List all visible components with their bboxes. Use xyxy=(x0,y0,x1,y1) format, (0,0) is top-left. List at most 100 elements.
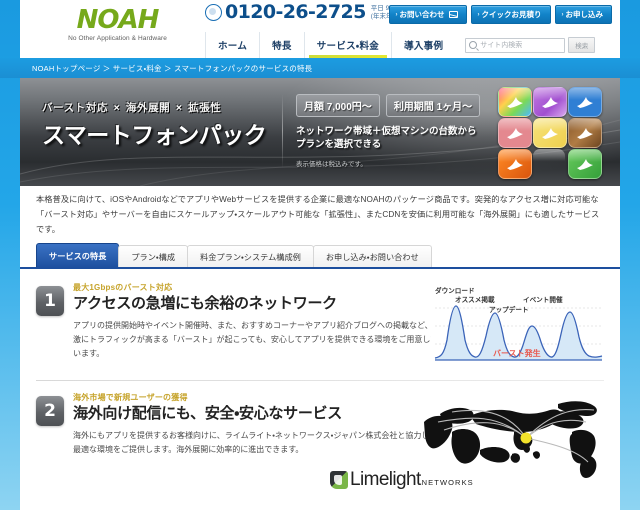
search-input[interactable]: サイト内検索 xyxy=(465,37,566,53)
app-icon-orange xyxy=(498,149,532,179)
intro-paragraph: 本格普及に向けて、iOSやAndroidなどでアプリやWebサービスを提供する企… xyxy=(36,195,600,234)
section-divider-1 xyxy=(36,380,604,381)
nav-label-features: 特長 xyxy=(272,41,292,52)
main-nav: ホーム 特長 サービス・料金 導入事例 サイト内検索 検索 xyxy=(20,30,620,58)
feature-section-1: 1 最大1Gbpsのバースト対応 アクセスの急増にも余裕のネットワーク アプリの… xyxy=(20,282,620,381)
bird-icon xyxy=(507,97,523,108)
tab-bar: サービスの特長 プラン・構成 料金プラン・システム構成例 お申し込み・お問い合わ… xyxy=(20,242,620,268)
page-root: NOAH No Other Application & Hardware 012… xyxy=(0,0,640,510)
chevron-right-icon: › xyxy=(395,11,398,18)
app-icon-purple xyxy=(533,87,567,117)
hero-kicker-1: バースト対応 xyxy=(42,102,109,114)
section-2-heading: 海外向け配信にも、安全・安心なサービス xyxy=(73,405,342,422)
bird-icon xyxy=(542,128,558,139)
header-buttons: › お問い合わせ › クイックお見積り › お申し込み xyxy=(388,5,612,24)
chart-annotation-3: イベント開催 xyxy=(523,295,563,304)
site-search: サイト内検索 検索 xyxy=(465,32,596,58)
nav-label-service-price: サービス・料金 xyxy=(316,41,380,52)
tab-label-plan-config: プラン・構成 xyxy=(131,253,176,262)
mail-icon xyxy=(448,11,458,18)
search-button[interactable]: 検索 xyxy=(568,37,596,53)
tab-service-features[interactable]: サービスの特長 xyxy=(36,243,120,268)
hero-title: スマートフォンパック xyxy=(42,122,267,148)
nav-item-service-price[interactable]: サービス・料金 xyxy=(303,32,391,58)
nav-item-case-studies[interactable]: 導入事例 xyxy=(391,32,455,58)
feature-section-2: 2 海外市場で新規ユーザーの獲得 海外向け配信にも、安全・安心なサービス 海外に… xyxy=(20,392,620,478)
bird-icon xyxy=(577,159,593,170)
bird-icon xyxy=(577,128,593,139)
quick-quote-button[interactable]: › クイックお見積り xyxy=(470,5,551,24)
tab-label-service-features: サービスの特長 xyxy=(49,252,107,261)
app-icon-green xyxy=(568,149,602,179)
contact-button[interactable]: › お問い合わせ xyxy=(388,5,467,24)
app-icon-wood xyxy=(568,118,602,148)
price-badge: 月額 7,000円〜 xyxy=(296,94,380,117)
section-number-2: 2 xyxy=(36,396,64,426)
breadcrumb[interactable]: NOAHトップページ ＞ サービス・料金 ＞ スマートフォンパックのサービスの特… xyxy=(0,58,640,78)
bird-icon xyxy=(507,128,523,139)
chart-svg: ダウンロード オススメ掲載 アップデート イベント開催 バースト発生 xyxy=(431,282,606,370)
hero-tax-note: 表示価格は税込みです。 xyxy=(296,161,367,168)
app-icon-yellow xyxy=(533,118,567,148)
app-icon-empty xyxy=(533,149,565,177)
limelight-subtitle: NETWORKS xyxy=(421,478,474,487)
quick-quote-label: クイックお見積り xyxy=(481,10,542,19)
hero-divider xyxy=(282,94,283,168)
phone-number: 0120-26-2725 xyxy=(225,1,366,23)
section-number-1: 1 xyxy=(36,286,64,316)
tab-label-pricing-system: 料金プラン・システム構成例 xyxy=(200,253,301,262)
tab-apply-contact[interactable]: お申し込み・お問い合わせ xyxy=(312,245,432,268)
tab-plan-config[interactable]: プラン・構成 xyxy=(118,245,189,268)
intro-section: 本格普及に向けて、iOSやAndroidなどでアプリやWebサービスを提供する企… xyxy=(20,192,620,237)
nav-label-home: ホーム xyxy=(218,41,248,52)
bird-icon xyxy=(577,97,593,108)
nav-label-case-studies: 導入事例 xyxy=(404,41,444,52)
hero-badges: 月額 7,000円〜 利用期間 1ヶ月〜 xyxy=(296,94,486,117)
apply-button-label: お申し込み xyxy=(565,10,604,19)
section-2-kicker: 海外市場で新規ユーザーの獲得 xyxy=(73,393,188,402)
app-icon-rainbow xyxy=(498,87,532,117)
limelight-mark-icon xyxy=(330,471,348,489)
nav-item-home[interactable]: ホーム xyxy=(205,32,259,58)
chart-annotation-1: オススメ掲載 xyxy=(455,295,495,304)
limelight-name: Limelight xyxy=(350,469,421,490)
contact-button-label: お問い合わせ xyxy=(399,10,445,19)
apply-button[interactable]: › お申し込み xyxy=(554,5,612,24)
section-2-body: 海外にもアプリを提供するお客様向けに、ライムライト・ネットワークス・ジャパン株式… xyxy=(73,431,438,454)
chevron-right-icon: › xyxy=(477,11,480,18)
hero-banner: バースト対応 × 海外展開 × 拡張性 スマートフォンパック 月額 7,000円… xyxy=(20,78,620,186)
hero-right: 月額 7,000円〜 利用期間 1ヶ月〜 ネットワーク帯域＋仮想マシンの台数から… xyxy=(296,94,486,168)
nav-item-features[interactable]: 特長 xyxy=(259,32,304,58)
chart-annotation-0: ダウンロード xyxy=(435,286,475,295)
section-1-heading: アクセスの急増にも余裕のネットワーク xyxy=(73,295,337,312)
tab-underline xyxy=(20,267,620,269)
app-icon-blue xyxy=(568,87,602,117)
breadcrumb-text: NOAHトップページ ＞ サービス・料金 ＞ スマートフォンパックのサービスの特… xyxy=(32,63,313,73)
section-1-body: アプリの提供開始時やイベント開催時、また、おすすめコーナーやアプリ紹介ブログへの… xyxy=(73,321,441,358)
hero-kicker-2: 海外展開 xyxy=(125,102,171,114)
search-icon xyxy=(469,41,478,49)
burst-traffic-chart: ダウンロード オススメ掲載 アップデート イベント開催 バースト発生 xyxy=(431,282,606,370)
search-placeholder: サイト内検索 xyxy=(480,42,523,49)
hero-kicker: バースト対応 × 海外展開 × 拡張性 xyxy=(42,100,274,115)
bird-icon xyxy=(507,159,523,170)
hero-kicker-3: 拡張性 xyxy=(188,102,222,114)
hero-description: ネットワーク帯域＋仮想マシンの台数から プランを選択できる xyxy=(296,126,477,150)
period-badge: 利用期間 1ヶ月〜 xyxy=(385,94,481,117)
hero-kicker-x1: × xyxy=(113,102,121,114)
chevron-right-icon: › xyxy=(561,11,564,18)
bird-icon xyxy=(542,97,558,108)
freedial-icon xyxy=(205,3,222,21)
tab-pricing-system[interactable]: 料金プラン・システム構成例 xyxy=(187,245,314,268)
chart-annotation-2: アップデート xyxy=(489,305,529,314)
hero-kicker-x2: × xyxy=(175,102,183,114)
section-1-kicker: 最大1Gbpsのバースト対応 xyxy=(73,283,173,292)
map-landmasses xyxy=(424,401,597,478)
app-icon-grid xyxy=(498,87,606,179)
map-hub-marker xyxy=(520,432,532,444)
limelight-logo: Limelight NETWORKS xyxy=(330,470,474,489)
tab-label-apply-contact: お申し込み・お問い合わせ xyxy=(325,253,419,262)
chart-burst-label: バースト発生 xyxy=(493,348,541,358)
app-icon-pink xyxy=(498,118,532,148)
hero-left: バースト対応 × 海外展開 × 拡張性 スマートフォンパック xyxy=(42,100,274,148)
